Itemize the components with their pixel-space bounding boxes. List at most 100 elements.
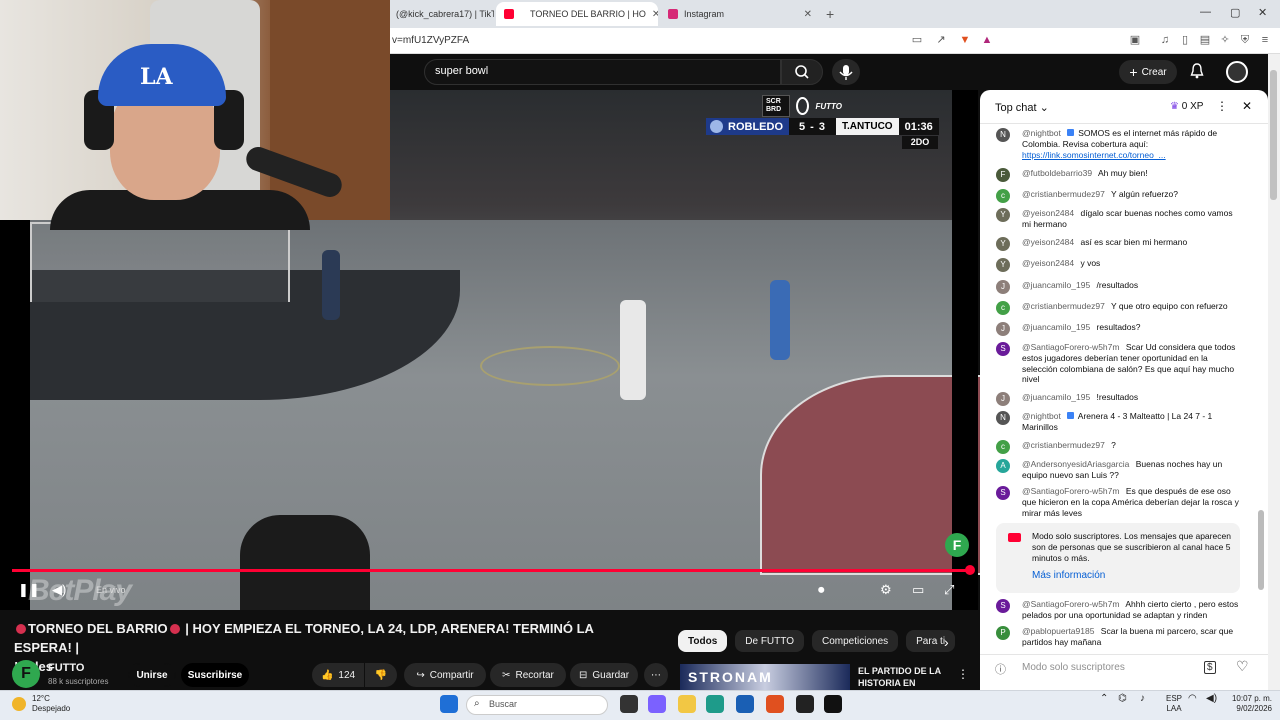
chat-author-name[interactable]: @cristianbermudez97 bbox=[1022, 189, 1105, 199]
file-explorer-icon[interactable] bbox=[678, 695, 696, 713]
share-button[interactable]: ↪ Compartir bbox=[404, 663, 486, 687]
chevron-right-icon[interactable]: › bbox=[944, 634, 949, 650]
reading-list-icon[interactable]: ▯ bbox=[1178, 33, 1192, 47]
chat-author-avatar[interactable]: c bbox=[996, 301, 1010, 315]
chat-author-name[interactable]: @cristianbermudez97 bbox=[1022, 301, 1105, 311]
chat-author-avatar[interactable]: N bbox=[996, 411, 1010, 425]
minimize-button[interactable]: — bbox=[1200, 6, 1211, 18]
close-icon[interactable]: ✕ bbox=[804, 9, 812, 20]
chat-author-name[interactable]: @futboldebarrio39 bbox=[1022, 168, 1092, 178]
recommended-thumbnail[interactable]: STRONAM bbox=[680, 664, 850, 690]
chat-author-avatar[interactable]: J bbox=[996, 322, 1010, 336]
recommended-title[interactable]: EL PARTIDO DE LA HISTORIA EN bbox=[858, 665, 948, 689]
language-indicator[interactable]: ESP LAA bbox=[1162, 694, 1186, 714]
tab-tiktok[interactable]: (@kick_cabrera17) | TikTok bbox=[388, 2, 494, 26]
chat-author-avatar[interactable]: S bbox=[996, 342, 1010, 356]
create-button[interactable]: + Crear bbox=[1119, 60, 1177, 84]
taskbar-search[interactable]: Buscar bbox=[466, 695, 608, 715]
chat-author-avatar[interactable]: Y bbox=[996, 208, 1010, 222]
chat-mode-dropdown[interactable]: Top chat ⌄ bbox=[995, 101, 1049, 114]
volume-icon[interactable]: ◀) bbox=[1206, 694, 1217, 704]
maximize-button[interactable]: ▢ bbox=[1230, 6, 1240, 19]
join-button[interactable]: Unirse bbox=[128, 663, 176, 687]
chat-author-avatar[interactable]: J bbox=[996, 392, 1010, 406]
channel-name[interactable]: FUTTO bbox=[48, 662, 84, 674]
new-tab-button[interactable]: + bbox=[826, 6, 834, 22]
chat-author-name[interactable]: @SantiagoForero-w5h7m bbox=[1022, 342, 1119, 352]
chat-message-link[interactable]: https://link.somosinternet.co/torneo_... bbox=[1022, 150, 1166, 160]
chat-author-avatar[interactable]: Y bbox=[996, 237, 1010, 251]
copilot-icon[interactable] bbox=[648, 695, 666, 713]
weather-widget[interactable]: 12°C Despejado bbox=[32, 694, 70, 714]
app-icon[interactable] bbox=[824, 695, 842, 713]
chat-author-avatar[interactable]: S bbox=[996, 486, 1010, 500]
chat-author-avatar[interactable]: S bbox=[996, 599, 1010, 613]
chat-author-name[interactable]: @juancamilo_195 bbox=[1022, 392, 1090, 402]
close-window-button[interactable]: ✕ bbox=[1258, 6, 1267, 19]
vpn-icon[interactable]: ⛨ bbox=[1238, 33, 1252, 47]
chat-author-name[interactable]: @SantiagoForero-w5h7m bbox=[1022, 486, 1119, 496]
filter-chip[interactable]: Competiciones bbox=[811, 630, 899, 652]
obs-icon[interactable] bbox=[796, 695, 814, 713]
chat-input[interactable]: Modo solo suscriptores bbox=[1022, 662, 1125, 673]
chat-author-name[interactable]: @nightbot bbox=[1022, 128, 1061, 138]
address-bar[interactable]: v=mfU1ZVyPZFA bbox=[392, 35, 469, 46]
tab-youtube[interactable]: TORNEO DEL BARRIO | HO ✕ bbox=[496, 2, 658, 26]
clip-button[interactable]: ✂ Recortar bbox=[490, 663, 566, 687]
close-icon[interactable]: ✕ bbox=[1242, 99, 1252, 113]
dislike-button[interactable]: 👎 bbox=[365, 663, 397, 687]
settings-gear-icon[interactable]: ⚙ bbox=[880, 582, 892, 598]
brave-rewards-icon[interactable]: ▲ bbox=[980, 33, 994, 47]
chat-author-name[interactable]: @juancamilo_195 bbox=[1022, 322, 1090, 332]
wifi-icon[interactable]: ◠ bbox=[1188, 694, 1197, 704]
voice-search-button[interactable] bbox=[832, 59, 860, 85]
clock[interactable]: 10:07 p. m. 9/02/2026 bbox=[1226, 694, 1272, 714]
chat-author-avatar[interactable]: c bbox=[996, 440, 1010, 454]
sidebar-icon[interactable]: ▣ bbox=[1128, 33, 1142, 47]
network-icon[interactable]: ⌬ bbox=[1118, 694, 1127, 704]
like-button[interactable]: 👍 124 bbox=[312, 663, 364, 687]
chat-author-name[interactable]: @yeison2484 bbox=[1022, 237, 1074, 247]
chat-author-avatar[interactable]: J bbox=[996, 280, 1010, 294]
volume-icon[interactable]: ◀) bbox=[52, 582, 66, 598]
search-input[interactable]: super bowl bbox=[424, 59, 781, 85]
notifications-bell-icon[interactable] bbox=[1190, 63, 1204, 79]
info-icon[interactable]: ⓘ bbox=[995, 661, 1006, 677]
pause-icon[interactable]: ❚❚ bbox=[18, 582, 40, 598]
tab-instagram[interactable]: Instagram ✕ bbox=[660, 2, 820, 26]
chat-author-name[interactable]: @yeison2484 bbox=[1022, 258, 1074, 268]
chat-author-name[interactable]: @juancamilo_195 bbox=[1022, 280, 1090, 290]
chat-author-avatar[interactable]: Y bbox=[996, 258, 1010, 272]
super-chat-icon[interactable]: $ bbox=[1204, 661, 1216, 674]
chat-author-avatar[interactable]: N bbox=[996, 128, 1010, 142]
more-vertical-icon[interactable]: ⋮ bbox=[1216, 99, 1228, 113]
task-view-icon[interactable] bbox=[620, 695, 638, 713]
page-scrollbar-thumb[interactable] bbox=[1270, 70, 1277, 200]
chat-author-name[interactable]: @nightbot bbox=[1022, 411, 1061, 421]
chat-author-name[interactable]: @AndersonyesidAriasgarcia bbox=[1022, 459, 1129, 469]
filter-chip[interactable]: Todos bbox=[678, 630, 728, 652]
subscribe-button[interactable]: Suscribirse bbox=[181, 663, 249, 687]
chat-scrollbar[interactable] bbox=[1258, 510, 1264, 590]
live-label[interactable]: En vivo bbox=[96, 585, 126, 595]
windows-start-icon[interactable] bbox=[440, 695, 458, 713]
chat-author-avatar[interactable]: P bbox=[996, 626, 1010, 640]
close-icon[interactable]: ✕ bbox=[652, 9, 658, 20]
channel-avatar[interactable]: F bbox=[12, 660, 40, 688]
learn-more-link[interactable]: Más información bbox=[1032, 570, 1105, 581]
xp-badge[interactable]: ♛ 0 XP bbox=[1170, 101, 1203, 112]
media-icon[interactable]: ♫ bbox=[1158, 33, 1172, 47]
search-button[interactable] bbox=[781, 59, 823, 85]
brave-icon[interactable] bbox=[766, 695, 784, 713]
chat-author-name[interactable]: @yeison2484 bbox=[1022, 208, 1074, 218]
chat-author-name[interactable]: @SantiagoForero-w5h7m bbox=[1022, 599, 1119, 609]
chat-author-avatar[interactable]: c bbox=[996, 189, 1010, 203]
heart-icon[interactable]: ♡ bbox=[1236, 658, 1249, 675]
cast-icon[interactable]: ▭ bbox=[910, 33, 924, 47]
more-vertical-icon[interactable]: ⋮ bbox=[957, 667, 969, 681]
account-avatar[interactable] bbox=[1226, 61, 1248, 83]
fullscreen-icon[interactable]: ⤢ bbox=[944, 582, 954, 598]
share-icon[interactable]: ↗ bbox=[934, 33, 948, 47]
progress-bar[interactable] bbox=[12, 569, 970, 572]
chat-author-name[interactable]: @cristianbermudez97 bbox=[1022, 440, 1105, 450]
